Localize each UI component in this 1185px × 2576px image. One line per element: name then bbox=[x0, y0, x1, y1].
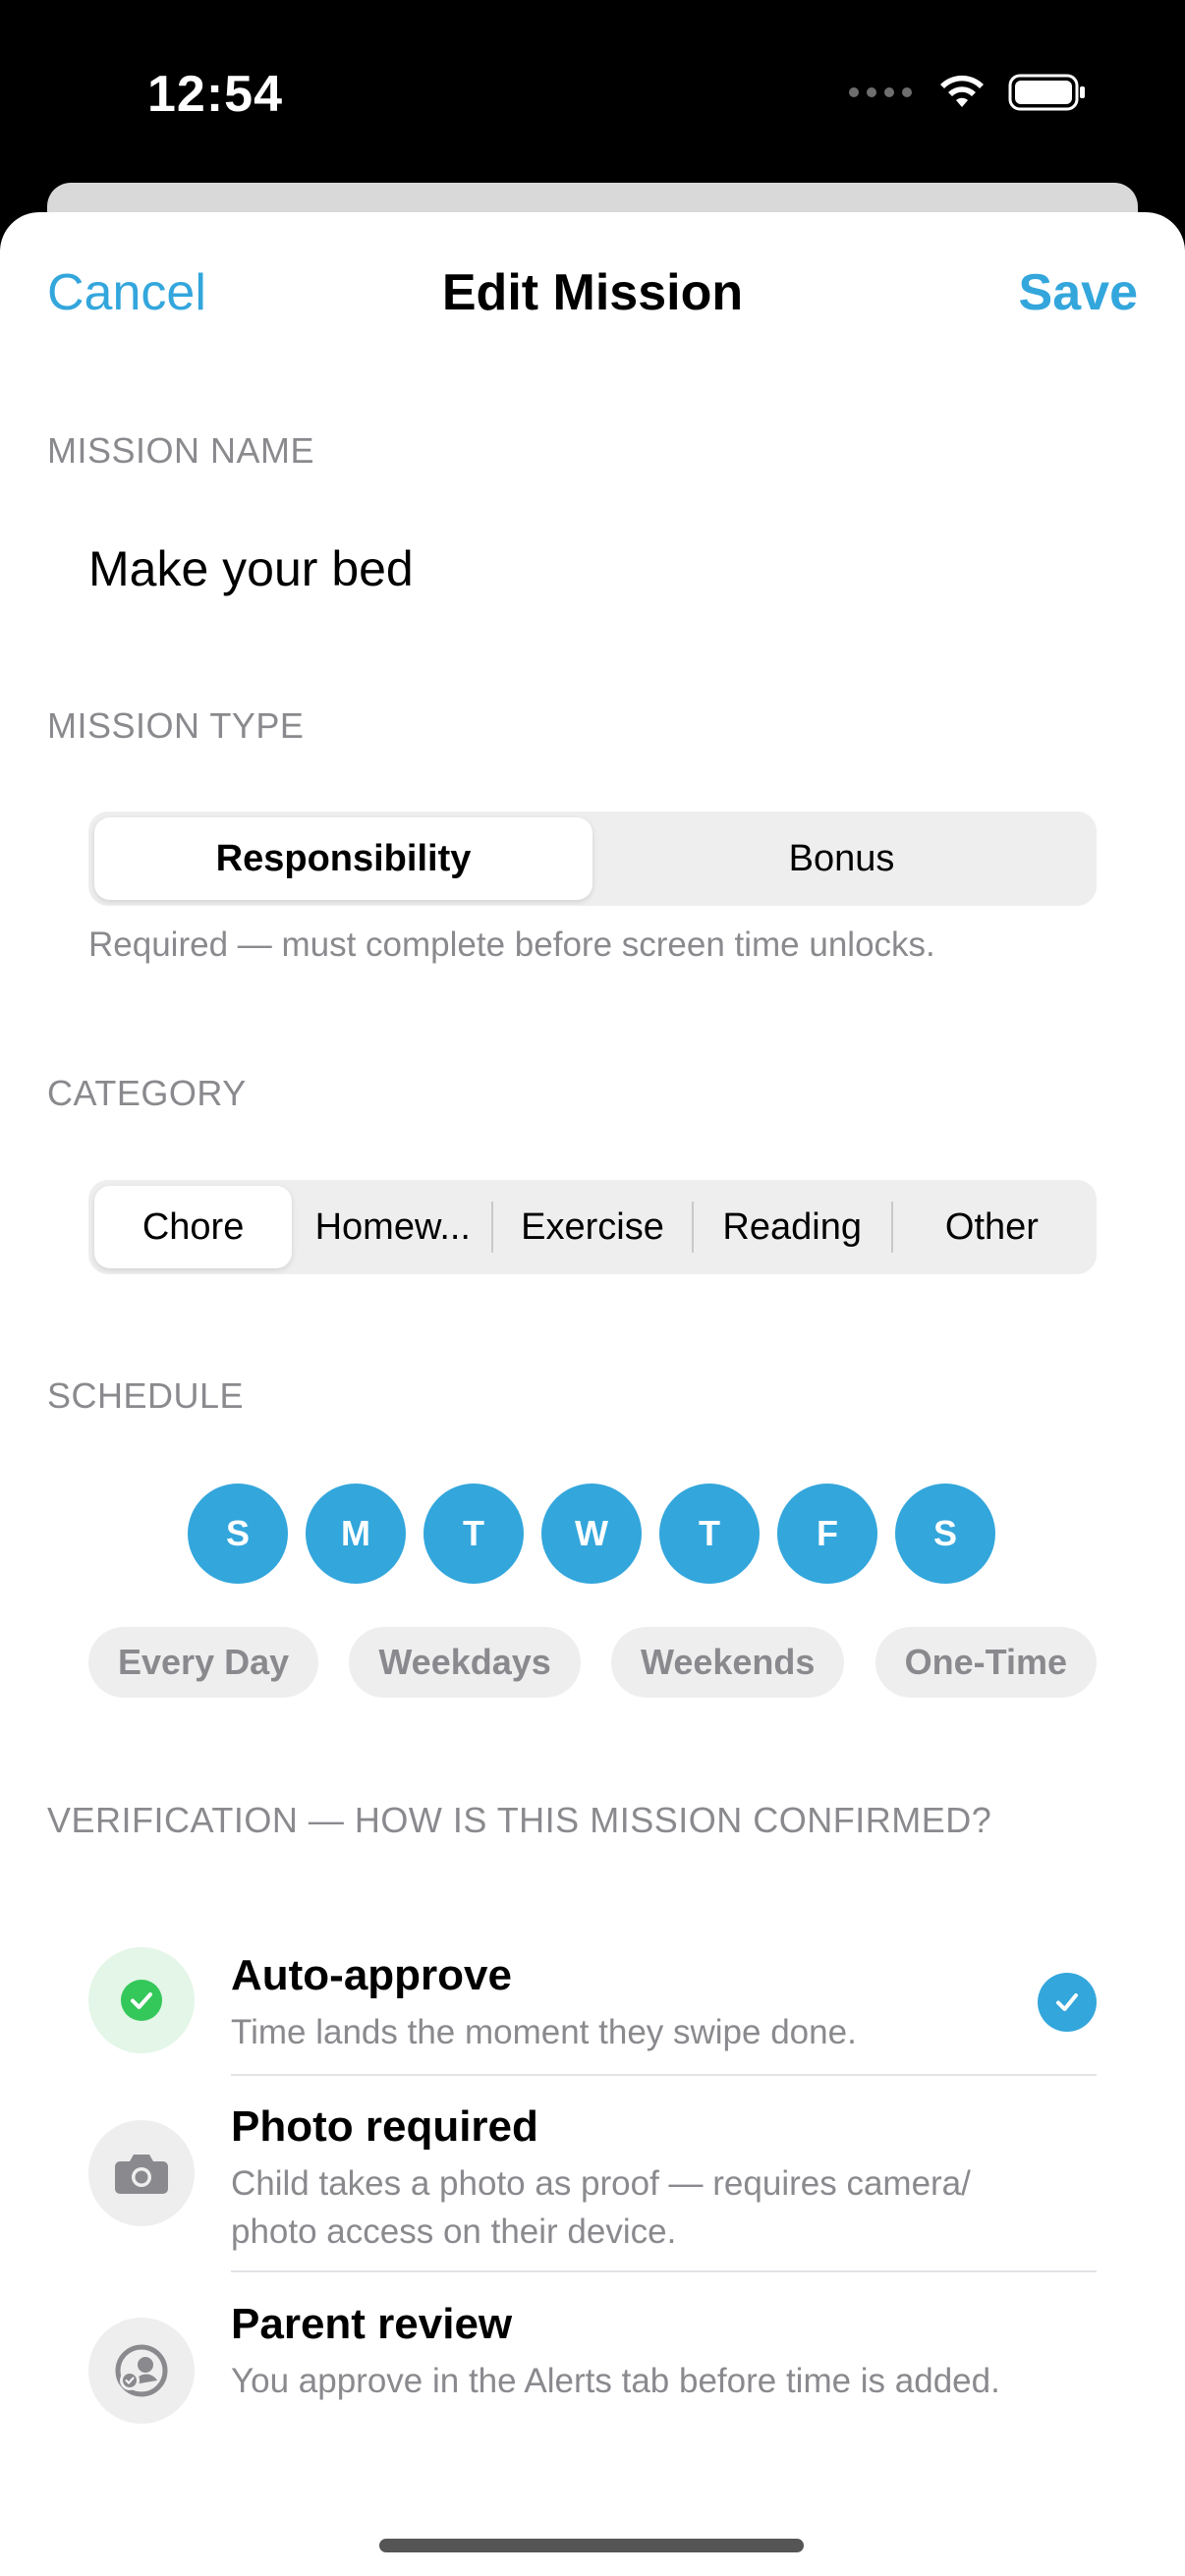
auto-approve-description: Time lands the moment they swipe done. bbox=[231, 2013, 857, 2051]
cellular-signal-icon bbox=[849, 87, 912, 97]
parent-review-description: You approve in the Alerts tab before tim… bbox=[231, 2362, 1000, 2400]
category-segmented-control: Chore Homew... Exercise Reading Other bbox=[88, 1180, 1097, 1274]
category-homework[interactable]: Homew... bbox=[294, 1186, 491, 1268]
mission-name-label: MISSION NAME bbox=[47, 430, 315, 471]
preset-weekends-button[interactable]: Weekends bbox=[611, 1627, 845, 1698]
category-label: CATEGORY bbox=[47, 1073, 247, 1113]
mission-name-input[interactable]: Make your bed bbox=[88, 540, 414, 597]
category-reading[interactable]: Reading bbox=[694, 1186, 891, 1268]
mission-type-segmented-control: Responsibility Bonus bbox=[88, 812, 1097, 906]
photo-required-description: Child takes a photo as proof — requires … bbox=[231, 2164, 971, 2251]
edit-mission-sheet: Edit Mission Cancel Save MISSION NAME Ma… bbox=[0, 212, 1185, 2576]
wifi-icon bbox=[940, 75, 984, 107]
day-sunday-toggle[interactable]: S bbox=[188, 1484, 288, 1584]
preset-one-time-button[interactable]: One-Time bbox=[875, 1627, 1097, 1698]
mission-type-label: MISSION TYPE bbox=[47, 705, 305, 746]
day-tuesday-toggle[interactable]: T bbox=[423, 1484, 524, 1584]
verification-option-photo-required[interactable]: Photo required Child takes a photo as pr… bbox=[88, 2075, 1097, 2272]
parent-review-title: Parent review bbox=[231, 2300, 513, 2348]
mission-type-hint: Required — must complete before screen t… bbox=[88, 925, 935, 964]
verification-option-parent-review[interactable]: Parent review You approve in the Alerts … bbox=[88, 2272, 1097, 2469]
category-chore[interactable]: Chore bbox=[94, 1186, 293, 1268]
status-icons bbox=[849, 73, 1087, 112]
cancel-button[interactable]: Cancel bbox=[47, 263, 206, 322]
save-button[interactable]: Save bbox=[1019, 263, 1138, 322]
day-wednesday-toggle[interactable]: W bbox=[541, 1484, 642, 1584]
selected-checkmark-icon bbox=[1038, 1973, 1097, 2032]
home-indicator bbox=[379, 2539, 804, 2552]
preset-weekdays-button[interactable]: Weekdays bbox=[349, 1627, 581, 1698]
photo-required-title: Photo required bbox=[231, 2102, 538, 2151]
category-exercise[interactable]: Exercise bbox=[493, 1186, 691, 1268]
preset-every-day-button[interactable]: Every Day bbox=[88, 1627, 319, 1698]
status-time: 12:54 bbox=[147, 66, 283, 123]
day-saturday-toggle[interactable]: S bbox=[895, 1484, 995, 1584]
category-other[interactable]: Other bbox=[893, 1186, 1091, 1268]
parent-review-icon bbox=[88, 2318, 195, 2424]
status-bar: 12:54 bbox=[0, 0, 1185, 187]
schedule-days: S M T W T F S bbox=[188, 1484, 995, 1584]
schedule-presets: Every Day Weekdays Weekends One-Time bbox=[88, 1627, 1097, 1698]
day-thursday-toggle[interactable]: T bbox=[659, 1484, 760, 1584]
schedule-label: SCHEDULE bbox=[47, 1375, 245, 1416]
verification-option-auto-approve[interactable]: Auto-approve Time lands the moment they … bbox=[88, 1924, 1097, 2081]
day-friday-toggle[interactable]: F bbox=[777, 1484, 877, 1584]
day-monday-toggle[interactable]: M bbox=[306, 1484, 406, 1584]
mission-type-responsibility[interactable]: Responsibility bbox=[94, 817, 592, 900]
battery-icon bbox=[1008, 74, 1085, 111]
verification-label: VERIFICATION — HOW IS THIS MISSION CONFI… bbox=[47, 1800, 992, 1840]
checkmark-circle-icon bbox=[88, 1947, 195, 2053]
camera-icon bbox=[88, 2120, 195, 2226]
auto-approve-title: Auto-approve bbox=[231, 1951, 512, 1999]
mission-type-bonus[interactable]: Bonus bbox=[592, 817, 1091, 900]
